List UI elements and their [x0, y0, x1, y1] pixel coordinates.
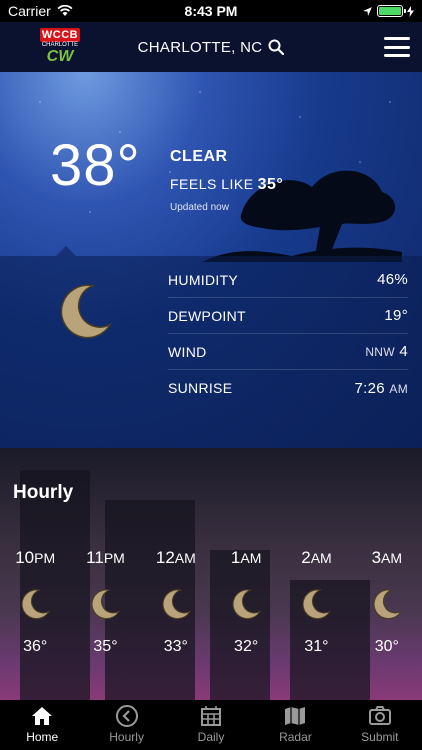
detail-label: WIND — [168, 343, 207, 360]
moon-icon — [21, 589, 51, 620]
camera-icon — [368, 706, 391, 725]
logo-cw: CW — [46, 48, 74, 65]
hour-time: 2AM — [301, 548, 332, 567]
menu-button[interactable] — [384, 37, 410, 57]
moon-icon — [373, 589, 403, 620]
calendar-icon — [201, 706, 222, 726]
moon-icon — [302, 589, 332, 620]
battery-icon — [377, 5, 406, 17]
hour-temp: 33° — [163, 638, 188, 655]
moon-icon — [232, 589, 262, 620]
status-right — [362, 5, 414, 17]
hour-time: 3AM — [371, 548, 403, 567]
location-arrow-icon — [363, 6, 372, 16]
moon-icon — [162, 589, 192, 620]
tab-label: Daily — [197, 730, 225, 744]
updated-label: Updated now — [170, 202, 229, 213]
details-panel: HUMIDITY 46% DEWPOINT 19° WIND NNW 4 SUN… — [0, 246, 422, 448]
detail-value: 19° — [384, 307, 408, 324]
hour-temp: 36° — [23, 638, 48, 655]
tab-submit[interactable]: Submit — [338, 700, 422, 750]
hour-temp: 31° — [304, 638, 329, 655]
hour-temp: 35° — [93, 638, 118, 655]
clock-icon — [115, 705, 138, 727]
hour-temp: 32° — [234, 638, 259, 655]
condition-label: CLEAR — [170, 148, 228, 165]
hour-item: 12AM 33° — [141, 548, 211, 656]
hourly-title: Hourly — [13, 482, 74, 503]
hour-item: 10PM 36° — [0, 548, 70, 656]
wifi-icon — [57, 5, 73, 16]
detail-value: 46% — [377, 271, 408, 288]
hour-item: 11PM 35° — [70, 548, 140, 656]
map-icon — [285, 707, 306, 725]
moon-icon — [60, 284, 113, 339]
tab-radar[interactable]: Radar — [253, 700, 337, 750]
logo-wccb: WCCB — [40, 28, 80, 42]
detail-label: DEWPOINT — [168, 307, 246, 324]
hour-time: 11PM — [86, 548, 125, 567]
hour-temp: 30° — [374, 638, 399, 655]
detail-row-sunrise: SUNRISE 7:26 AM — [168, 370, 408, 406]
tab-bar: Home Hourly Daily Radar Submit — [0, 700, 422, 750]
status-bar: Carrier 8:43 PM — [0, 0, 422, 22]
home-icon — [32, 707, 53, 725]
detail-row-wind: WIND NNW 4 — [168, 334, 408, 370]
tab-home[interactable]: Home — [0, 700, 84, 750]
detail-value: 7:26 AM — [354, 379, 408, 397]
location-selector[interactable]: CHARLOTTE, NC — [138, 39, 285, 56]
carrier-label: Carrier — [8, 3, 51, 19]
tab-label: Hourly — [109, 730, 144, 744]
hour-item: 3AM 30° — [352, 548, 422, 656]
detail-label: HUMIDITY — [168, 271, 239, 288]
menu-bar — [384, 37, 410, 40]
location-label: CHARLOTTE, NC — [137, 38, 263, 56]
detail-row-humidity: HUMIDITY 46% — [168, 262, 408, 298]
feels-like-value: 35° — [257, 176, 284, 193]
feels-like-label: FEELS LIKE — [170, 176, 254, 192]
moon-icon — [91, 589, 121, 620]
app-header: WCCB CHARLOTTE CW CHARLOTTE, NC — [0, 22, 422, 72]
detail-value: NNW 4 — [365, 343, 408, 360]
hour-time: 1AM — [230, 548, 262, 567]
tab-label: Submit — [361, 730, 399, 744]
status-left: Carrier — [8, 3, 73, 19]
tab-hourly[interactable]: Hourly — [84, 700, 168, 750]
hourly-list[interactable]: 10PM 36° 11PM 35° 12AM 33° 1AM 32° 2AM 3… — [0, 548, 422, 656]
current-conditions: 38° CLEAR FEELS LIKE 35° Updated now — [0, 72, 422, 262]
hour-time: 12AM — [155, 548, 196, 567]
current-temp: 38° — [50, 133, 141, 198]
hour-item: 1AM 32° — [211, 548, 281, 656]
menu-bar — [384, 45, 410, 49]
tab-label: Radar — [279, 730, 312, 744]
panel-pointer — [56, 246, 76, 256]
search-icon — [268, 39, 285, 55]
hour-time: 10PM — [15, 548, 56, 567]
tab-label: Home — [26, 730, 59, 744]
tab-daily[interactable]: Daily — [169, 700, 253, 750]
hour-item: 2AM 31° — [281, 548, 351, 656]
detail-label: SUNRISE — [168, 380, 233, 396]
feels-like: FEELS LIKE 35° — [170, 176, 283, 194]
detail-row-dewpoint: DEWPOINT 19° — [168, 298, 408, 334]
station-logo[interactable]: WCCB CHARLOTTE CW — [40, 28, 80, 66]
charging-bolt-icon — [407, 5, 414, 17]
menu-bar — [384, 54, 410, 57]
